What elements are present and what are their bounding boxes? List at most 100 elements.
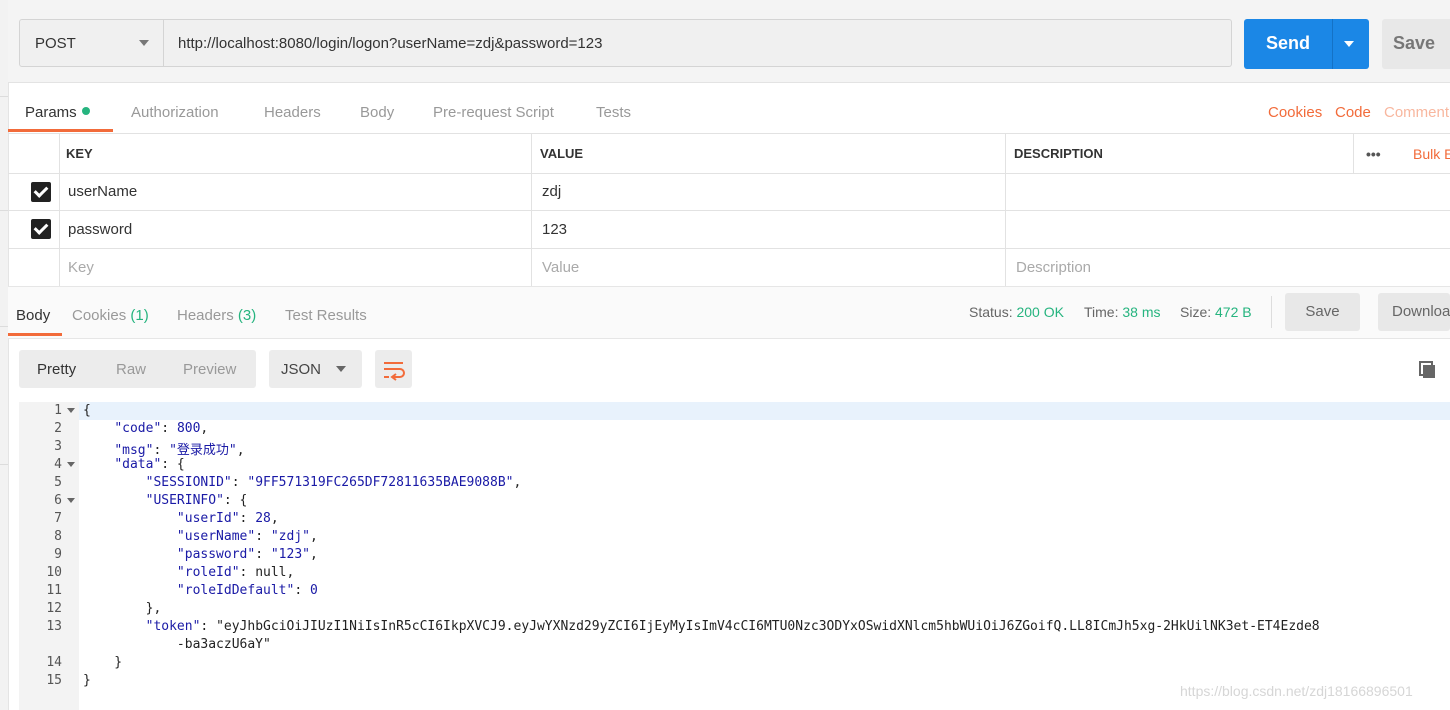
column-header-description: DESCRIPTION — [1014, 146, 1103, 161]
param-value[interactable]: zdj — [542, 173, 561, 210]
active-line-highlight — [79, 402, 1450, 420]
method-select[interactable]: POST — [19, 19, 164, 67]
line-number: 8 — [54, 529, 62, 544]
view-pretty[interactable]: Pretty — [37, 361, 76, 378]
time-readout: Time: 38 ms — [1084, 304, 1161, 320]
tab-authorization[interactable]: Authorization — [131, 104, 219, 121]
comments-link[interactable]: Comment — [1384, 104, 1449, 121]
column-header-value: VALUE — [540, 146, 584, 161]
size-readout: Size: 472 B — [1180, 304, 1252, 320]
response-bar: Body Cookies (1) Headers (3) Test Result… — [8, 286, 1450, 339]
table-row: userName zdj — [8, 173, 1450, 211]
code-text: }, — [83, 601, 162, 616]
code-text: "userId": 28, — [176, 511, 279, 526]
fold-toggle-icon[interactable] — [67, 408, 75, 413]
more-options-icon[interactable]: ••• — [1366, 134, 1381, 173]
status-label: Status: — [969, 304, 1013, 320]
request-tabs: Params Authorization Headers Body Pre-re… — [8, 92, 1450, 132]
line-number: 12 — [46, 601, 62, 616]
time-value: 38 ms — [1122, 304, 1161, 320]
response-tab-body[interactable]: Body — [16, 307, 50, 324]
download-button[interactable]: Download — [1378, 293, 1450, 331]
send-label: Send — [1266, 33, 1311, 53]
tab-pre-request-script[interactable]: Pre-request Script — [433, 104, 554, 121]
response-tab-cookies[interactable]: Cookies (1) — [72, 307, 149, 324]
code-text: "token": "eyJhbGciOiJIUzI1NiIsInR5cCI6Ik… — [145, 619, 1320, 634]
response-tab-headers[interactable]: Headers (3) — [177, 307, 256, 324]
active-dot-icon — [81, 107, 90, 115]
param-value[interactable]: 123 — [542, 210, 567, 248]
divider — [1271, 296, 1272, 328]
row-checkbox[interactable] — [31, 210, 51, 248]
code-text: "msg": "登录成功", — [114, 443, 245, 458]
tab-params[interactable]: Params — [25, 104, 90, 121]
fold-toggle-icon[interactable] — [67, 462, 75, 467]
wrap-lines-button[interactable] — [375, 350, 412, 388]
view-preview[interactable]: Preview — [183, 361, 236, 378]
line-number: 10 — [46, 565, 62, 580]
count-badge: (1) — [130, 307, 149, 324]
code-text: { — [83, 403, 91, 418]
save-label: Save — [1393, 33, 1436, 53]
status-readout: Status: 200 OK — [969, 304, 1064, 320]
send-divider — [1332, 19, 1333, 69]
tab-label: Headers — [177, 307, 234, 324]
time-label: Time: — [1084, 304, 1119, 320]
line-number: 11 — [46, 583, 62, 598]
line-number: 5 — [54, 475, 62, 490]
active-tab-indicator — [8, 129, 113, 132]
format-label: JSON — [281, 361, 322, 378]
chevron-down-icon — [139, 40, 149, 46]
sidebar-divider — [0, 210, 8, 211]
bulk-edit-link[interactable]: Bulk E — [1413, 134, 1450, 173]
status-value: 200 OK — [1016, 304, 1064, 320]
fold-toggle-icon[interactable] — [67, 498, 75, 503]
format-select[interactable]: JSON — [269, 350, 362, 388]
tab-body[interactable]: Body — [360, 104, 394, 121]
param-key[interactable]: password — [68, 210, 132, 248]
tab-label: Cookies — [72, 307, 127, 324]
code-link[interactable]: Code — [1335, 104, 1371, 121]
line-number: 7 — [54, 511, 62, 526]
code-text: "SESSIONID": "9FF571319FC265DF72811635BA… — [145, 475, 522, 490]
copy-icon[interactable] — [1418, 360, 1438, 380]
url-input[interactable]: http://localhost:8080/login/logon?userNa… — [164, 19, 1232, 67]
code-text: } — [83, 655, 123, 670]
tab-headers[interactable]: Headers — [264, 104, 321, 121]
view-raw[interactable]: Raw — [116, 361, 146, 378]
save-request-button[interactable]: Save — [1382, 19, 1450, 69]
view-mode-segment: Pretty Raw Preview — [19, 350, 256, 388]
row-checkbox[interactable] — [31, 173, 51, 210]
count-badge: (3) — [237, 307, 257, 324]
checkmark-icon — [31, 181, 51, 202]
code-text: "password": "123", — [176, 547, 318, 562]
code-text: } — [83, 673, 91, 688]
code-text: "data": { — [114, 457, 185, 472]
line-number: 9 — [54, 547, 62, 562]
checkmark-icon — [31, 219, 51, 239]
chevron-down-icon[interactable] — [1344, 41, 1354, 47]
size-value: 472 B — [1215, 304, 1252, 320]
response-tab-test-results[interactable]: Test Results — [285, 307, 367, 324]
line-number: 15 — [46, 673, 62, 688]
new-description-input[interactable]: Description — [1016, 248, 1091, 286]
tab-tests[interactable]: Tests — [596, 104, 631, 121]
tab-label: Params — [25, 104, 77, 121]
sidebar-divider — [0, 464, 8, 465]
line-number: 13 — [46, 619, 62, 634]
new-value-input[interactable]: Value — [542, 248, 579, 286]
code-text: "USERINFO": { — [145, 493, 248, 508]
param-key[interactable]: userName — [68, 173, 137, 210]
wrap-lines-icon — [384, 362, 405, 381]
new-key-input[interactable]: Key — [68, 248, 94, 286]
save-response-button[interactable]: Save — [1285, 293, 1360, 331]
response-body-editor[interactable]: 1 {2 "code": 800, 3 "msg": "登录成功", 4 "data"… — [19, 402, 1450, 710]
code-text: -ba3aczU6aY" — [83, 637, 271, 652]
url-text: http://localhost:8080/login/logon?userNa… — [178, 34, 603, 52]
code-text: "roleId": null, — [176, 565, 295, 580]
cookies-link[interactable]: Cookies — [1268, 104, 1322, 121]
code-text: "userName": "zdj", — [176, 529, 318, 544]
code-text: "code": 800, — [114, 421, 209, 436]
line-number: 6 — [54, 493, 62, 508]
send-button[interactable]: Send — [1244, 19, 1369, 69]
